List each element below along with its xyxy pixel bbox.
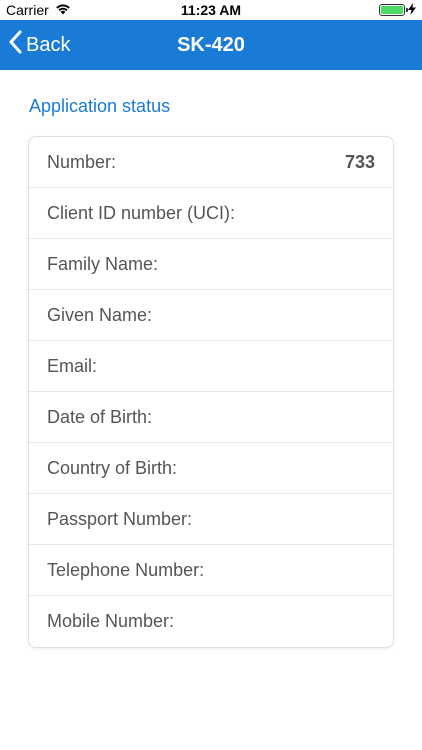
field-row-date-of-birth: Date of Birth: — [29, 392, 393, 443]
field-row-telephone-number: Telephone Number: — [29, 545, 393, 596]
field-row-given-name: Given Name: — [29, 290, 393, 341]
battery-fill — [381, 6, 403, 14]
field-label: Client ID number (UCI): — [47, 202, 236, 223]
application-status-card: Number: 733 Client ID number (UCI): Fami… — [28, 136, 394, 648]
field-row-country-of-birth: Country of Birth: — [29, 443, 393, 494]
field-row-email: Email: — [29, 341, 393, 392]
field-row-number: Number: 733 — [29, 137, 393, 188]
field-label: Telephone Number: — [47, 559, 205, 580]
field-label: Family Name: — [47, 253, 159, 274]
main-content: Application status Number: 733 Client ID… — [0, 70, 422, 648]
field-row-family-name: Family Name: — [29, 239, 393, 290]
field-label: Number: — [47, 151, 117, 172]
field-label: Country of Birth: — [47, 457, 178, 478]
chevron-left-icon — [8, 30, 22, 60]
carrier-label: Carrier — [6, 2, 49, 18]
field-label: Mobile Number: — [47, 611, 175, 631]
navigation-bar: Back SK-420 — [0, 20, 422, 70]
field-label: Email: — [47, 355, 98, 376]
field-label: Given Name: — [47, 304, 153, 325]
field-row-passport-number: Passport Number: — [29, 494, 393, 545]
field-label: Date of Birth: — [47, 406, 153, 427]
battery-icon — [379, 4, 408, 16]
section-title: Application status — [29, 96, 171, 116]
wifi-icon — [55, 2, 71, 18]
back-button-label: Back — [26, 33, 71, 56]
field-label: Passport Number: — [47, 508, 193, 529]
charging-bolt-icon — [408, 2, 416, 18]
back-button[interactable]: Back — [0, 30, 70, 60]
status-right — [379, 2, 416, 18]
field-value: 733 — [344, 151, 375, 172]
status-left: Carrier — [6, 2, 71, 18]
status-bar: Carrier 11:23 AM — [0, 0, 422, 20]
field-row-mobile-number: Mobile Number: — [29, 596, 393, 647]
field-row-client-id: Client ID number (UCI): — [29, 188, 393, 239]
